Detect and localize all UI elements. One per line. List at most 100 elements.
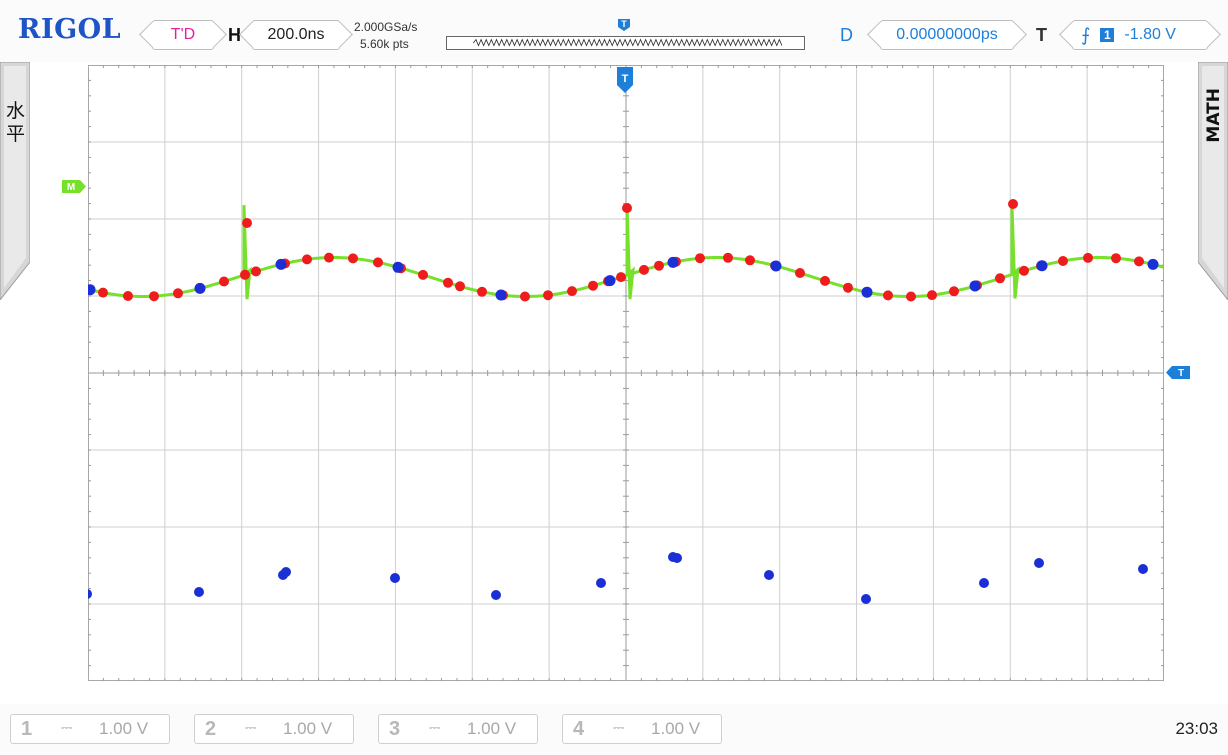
sample-dot-red	[588, 280, 598, 291]
trigger-settings-button[interactable]: ⨍ 1 -1.80 V	[1072, 20, 1208, 50]
sample-dot-red	[1008, 199, 1018, 209]
sample-dot-red	[455, 281, 465, 292]
math-marker-label: M	[67, 182, 75, 193]
channel-1-button[interactable]: 1 ⎓ 1.00 V	[10, 714, 170, 744]
math-offset-marker[interactable]: M	[62, 180, 86, 193]
sample-dot-red	[123, 291, 133, 301]
timebase-scale-button[interactable]: 200.0ns	[252, 20, 340, 50]
sample-dot-blue	[770, 260, 782, 272]
sample-dot-red	[477, 286, 487, 297]
channel-4-button[interactable]: 4 ⎓ 1.00 V	[562, 714, 722, 744]
timebase-mode-button[interactable]: T'D	[152, 20, 214, 50]
waveform-grid[interactable]	[88, 65, 1164, 681]
sample-dot-blue	[979, 578, 989, 588]
sample-dot-blue	[194, 587, 204, 597]
channel-1-scale: 1.00 V	[99, 719, 149, 738]
delay-value: 0.00000000ps	[896, 26, 998, 43]
system-clock: 23:03	[1175, 719, 1218, 738]
horizontal-label: H	[228, 25, 241, 45]
sample-dot-red	[240, 269, 250, 280]
sample-dot-blue	[1036, 260, 1048, 272]
sample-dot-red	[622, 203, 632, 213]
sample-dot-blue	[275, 258, 287, 270]
rising-edge-icon: ⨍	[1081, 24, 1091, 45]
trigger-level-marker[interactable]: T	[1166, 366, 1190, 379]
horizontal-menu-tab[interactable]	[0, 62, 30, 300]
sample-dot-blue	[281, 567, 291, 577]
sample-dot-red	[149, 291, 159, 302]
dc-coupling-icon: ⎓	[61, 719, 73, 735]
channel-3-button[interactable]: 3 ⎓ 1.00 V	[378, 714, 538, 744]
channel-status-bar: 1 ⎓ 1.00 V 2 ⎓ 1.00 V 3 ⎓ 1.00 V 4 ⎓ 1.0…	[0, 704, 1228, 755]
sample-dot-red	[1019, 265, 1029, 276]
sample-dot-red	[520, 291, 530, 302]
trigger-position-marker[interactable]: T	[617, 67, 633, 93]
sample-dot-blue	[1147, 258, 1159, 270]
sample-dot-blue	[194, 282, 206, 294]
dc-coupling-icon: ⎓	[245, 719, 257, 735]
sample-dot-red	[1058, 256, 1068, 266]
sample-dot-red	[616, 272, 626, 283]
dc-coupling-icon: ⎓	[429, 719, 441, 735]
sample-dot-blue	[672, 553, 682, 563]
sample-dot-red	[820, 275, 830, 286]
trigger-level-value: -1.80 V	[1124, 26, 1176, 43]
sample-dot-blue	[861, 286, 873, 298]
channel-3-scale: 1.00 V	[467, 719, 517, 738]
channel-4-number: 4	[573, 718, 585, 740]
sample-dot-red	[543, 290, 553, 301]
channel-3-number: 3	[389, 718, 401, 740]
sample-dot-red	[927, 290, 937, 301]
timebase-scale-value: 200.0ns	[267, 26, 325, 43]
memory-depth: 5.60k pts	[360, 37, 409, 51]
sample-dot-red	[654, 260, 664, 271]
sample-dot-red	[302, 254, 312, 265]
sample-rate: 2.000GSa/s	[354, 20, 418, 34]
sample-dot-red	[906, 291, 916, 302]
delay-button[interactable]: 0.00000000ps	[880, 20, 1014, 50]
brand-logo: RIGOL	[18, 14, 122, 45]
sample-dot-blue	[667, 256, 679, 268]
sample-dot-red	[373, 257, 383, 268]
sample-dot-blue	[1138, 564, 1148, 574]
timebase-mode-label: T'D	[170, 26, 196, 43]
oscilloscope-screen: RIGOL T'D H 200.0ns 2.000GSa/s 5.60k pts…	[0, 0, 1228, 755]
channel-1-number: 1	[21, 718, 33, 740]
channel-2-scale: 1.00 V	[283, 719, 333, 738]
sample-dot-red	[98, 287, 108, 298]
trigger-label: T	[1036, 25, 1047, 45]
trigger-position-icon: T	[618, 19, 630, 31]
sample-dot-blue	[491, 590, 501, 600]
sample-dot-red	[1111, 253, 1121, 264]
trigger-source-badge: 1	[1100, 28, 1115, 42]
horizontal-menu-label: 水平	[6, 100, 26, 145]
sample-dot-blue	[596, 578, 606, 588]
sample-dot-blue	[495, 289, 507, 301]
sample-dot-blue	[392, 261, 404, 273]
trigger-level-marker-label: T	[1178, 368, 1184, 379]
top-status-bar: RIGOL T'D H 200.0ns 2.000GSa/s 5.60k pts…	[0, 0, 1228, 62]
sample-dot-red	[843, 282, 853, 293]
sample-dot-red	[949, 286, 959, 297]
sample-dot-red	[324, 252, 334, 263]
sample-dot-blue	[861, 594, 871, 604]
channel-2-number: 2	[205, 718, 217, 740]
sample-dot-red	[443, 277, 453, 288]
sample-dot-red	[745, 255, 755, 266]
sample-dot-red	[567, 286, 577, 297]
sample-dot-red	[695, 253, 705, 264]
sample-dot-red	[173, 288, 183, 299]
math-menu-label: MATH	[1204, 88, 1224, 143]
sample-dot-red	[883, 290, 893, 301]
trigger-position-label: T	[621, 19, 627, 29]
sample-dot-red	[1083, 252, 1093, 263]
sample-dot-red	[639, 264, 649, 275]
sample-dot-red	[242, 218, 252, 228]
delay-label: D	[840, 25, 853, 45]
sample-dot-blue	[604, 275, 616, 287]
sample-dot-red	[418, 269, 428, 280]
channel-4-scale: 1.00 V	[651, 719, 701, 738]
channel-2-button[interactable]: 2 ⎓ 1.00 V	[194, 714, 354, 744]
sample-dot-red	[1134, 256, 1144, 267]
waveform-memory-overview[interactable]	[446, 36, 805, 50]
